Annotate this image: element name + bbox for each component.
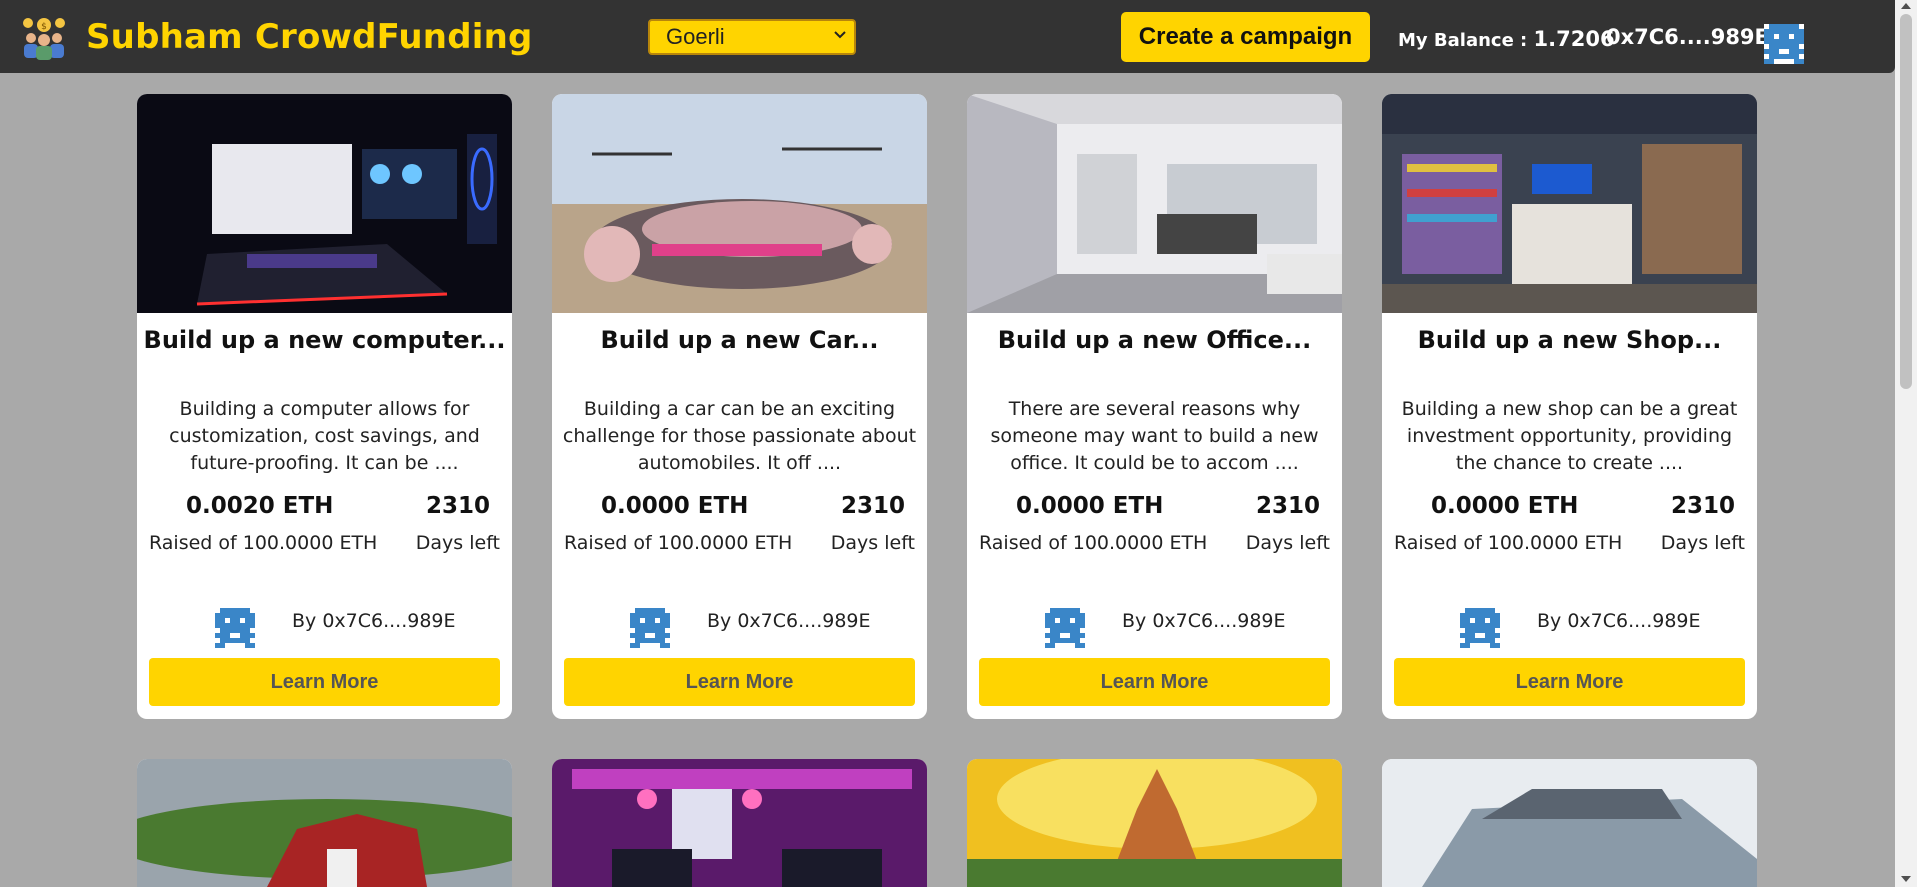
campaign-image[interactable]: [137, 94, 512, 313]
chevron-down-icon: [834, 31, 846, 39]
owner-avatar-icon: [630, 608, 670, 648]
days-left-label: Days left: [1245, 532, 1330, 554]
campaign-card[interactable]: Build up a new Office... There are sever…: [967, 94, 1342, 719]
campaign-card[interactable]: Build up a new Shop... Building a new sh…: [1382, 94, 1757, 719]
crowd-people-icon[interactable]: $: [19, 14, 69, 60]
pixel-avatar-icon[interactable]: [1764, 24, 1804, 64]
campaign-image[interactable]: [967, 759, 1342, 887]
campaign-image[interactable]: [137, 759, 512, 887]
account-address[interactable]: 0x7C6....989E: [1606, 25, 1769, 49]
page-scrollbar[interactable]: [1895, 0, 1917, 887]
campaign-image[interactable]: [1382, 759, 1757, 887]
campaign-description: Building a computer allows for customiza…: [169, 398, 480, 474]
campaign-image[interactable]: [552, 759, 927, 887]
campaign-days-left: 2310: [1670, 493, 1735, 519]
owner-avatar-icon: [215, 608, 255, 648]
learn-more-button[interactable]: Learn More: [1394, 658, 1745, 706]
days-left-label: Days left: [830, 532, 915, 554]
campaign-card[interactable]: Build up a new Car... Building a car can…: [552, 94, 927, 719]
balance-value: 1.7206: [1533, 27, 1615, 51]
campaign-amount-raised: 0.0020 ETH: [186, 493, 334, 519]
balance-display: My Balance : 1.7206: [1398, 27, 1615, 51]
campaign-target-label: Raised of 100.0000 ETH: [1394, 532, 1623, 554]
campaign-days-left: 2310: [425, 493, 490, 519]
scroll-up-arrow-icon[interactable]: [1901, 3, 1911, 9]
campaign-owner: By 0x7C6....989E: [1537, 610, 1701, 632]
campaign-amount-raised: 0.0000 ETH: [601, 493, 749, 519]
network-selected-value: Goerli: [666, 24, 725, 49]
balance-label: My Balance :: [1398, 30, 1534, 51]
svg-text:$: $: [41, 22, 47, 32]
campaign-title[interactable]: Build up a new Shop...: [1382, 326, 1757, 354]
campaign-target-label: Raised of 100.0000 ETH: [149, 532, 378, 554]
campaign-card[interactable]: [967, 759, 1342, 887]
network-select[interactable]: Goerli: [648, 19, 856, 55]
top-navbar: $ Subham CrowdFunding Goerli Create a ca…: [0, 0, 1895, 73]
learn-more-button[interactable]: Learn More: [979, 658, 1330, 706]
campaign-image[interactable]: [967, 94, 1342, 313]
learn-more-button[interactable]: Learn More: [564, 658, 915, 706]
days-left-label: Days left: [415, 532, 500, 554]
owner-avatar-icon: [1045, 608, 1085, 648]
campaign-amount-raised: 0.0000 ETH: [1431, 493, 1579, 519]
owner-avatar-icon: [1460, 608, 1500, 648]
campaign-days-left: 2310: [840, 493, 905, 519]
campaign-owner: By 0x7C6....989E: [1122, 610, 1286, 632]
campaign-title[interactable]: Build up a new computer...: [137, 326, 512, 354]
campaign-target-label: Raised of 100.0000 ETH: [564, 532, 793, 554]
learn-more-button[interactable]: Learn More: [149, 658, 500, 706]
create-campaign-button[interactable]: Create a campaign: [1121, 12, 1370, 62]
scrollbar-thumb[interactable]: [1900, 14, 1912, 389]
campaign-image[interactable]: [552, 94, 927, 313]
campaign-description: There are several reasons why someone ma…: [990, 398, 1319, 474]
campaign-image[interactable]: [1382, 94, 1757, 313]
campaign-owner: By 0x7C6....989E: [292, 610, 456, 632]
days-left-label: Days left: [1660, 532, 1745, 554]
campaign-card[interactable]: [1382, 759, 1757, 887]
campaign-title[interactable]: Build up a new Office...: [967, 326, 1342, 354]
scroll-down-arrow-icon[interactable]: [1901, 876, 1911, 882]
app-title[interactable]: Subham CrowdFunding: [86, 17, 533, 57]
campaign-card[interactable]: [137, 759, 512, 887]
campaign-card[interactable]: Build up a new computer... Building a co…: [137, 94, 512, 719]
campaign-amount-raised: 0.0000 ETH: [1016, 493, 1164, 519]
campaign-description: Building a new shop can be a great inves…: [1401, 398, 1738, 474]
campaign-card[interactable]: [552, 759, 927, 887]
campaign-target-label: Raised of 100.0000 ETH: [979, 532, 1208, 554]
campaign-days-left: 2310: [1255, 493, 1320, 519]
campaign-owner: By 0x7C6....989E: [707, 610, 871, 632]
campaign-title[interactable]: Build up a new Car...: [552, 326, 927, 354]
campaign-description: Building a car can be an exciting challe…: [562, 398, 917, 474]
